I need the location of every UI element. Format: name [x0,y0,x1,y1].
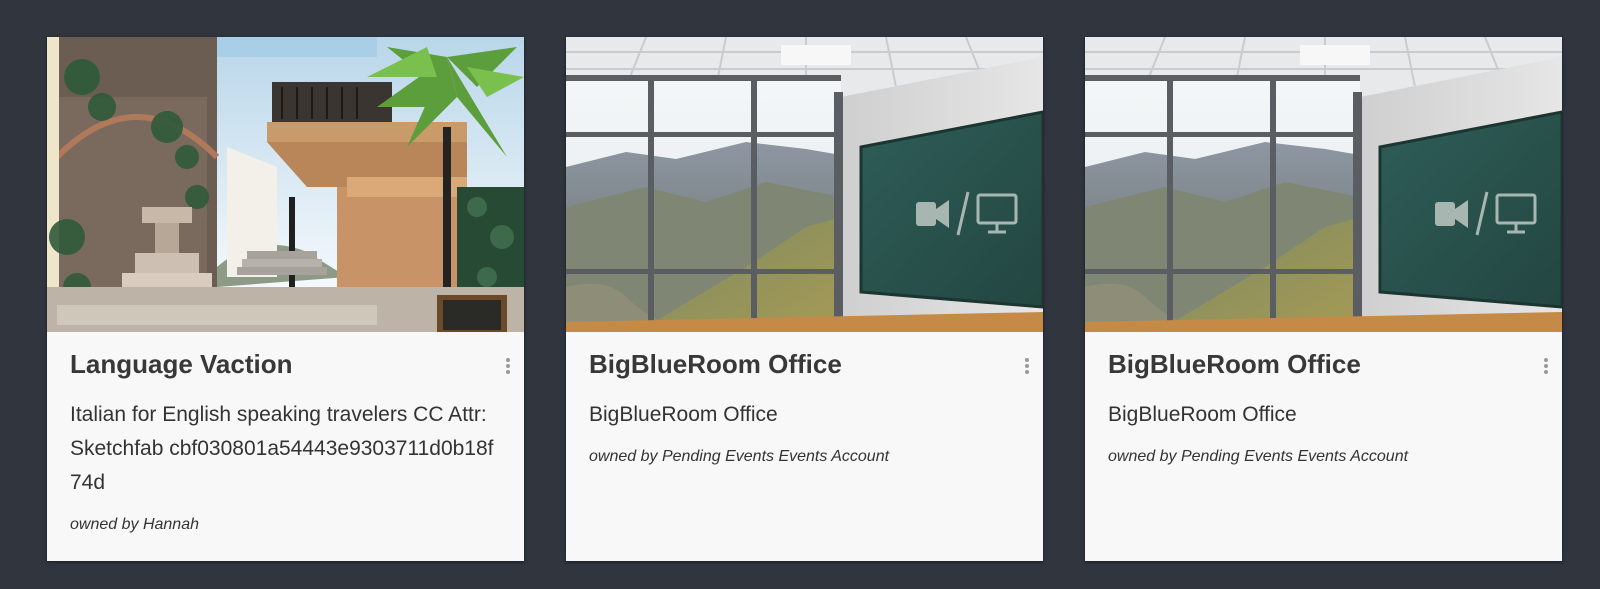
room-card[interactable]: Language Vaction Italian for English spe… [47,37,524,561]
room-owner: owned by Pending Events Events Account [1108,448,1409,465]
room-thumbnail[interactable] [47,37,524,332]
room-card[interactable]: BigBlueRoom Office BigBlueRoom Office ow… [1085,37,1562,561]
room-title: BigBlueRoom Office [589,349,842,379]
more-vertical-icon[interactable] [1023,356,1031,378]
room-description: Italian for English speaking travelers C… [70,403,494,494]
room-owner: owned by Pending Events Events Account [589,448,890,465]
video-camera-icon [916,200,949,228]
room-description: BigBlueRoom Office [589,403,778,426]
room-thumbnail[interactable] [566,37,1043,332]
more-vertical-icon[interactable] [504,356,512,378]
more-vertical-icon[interactable] [1542,356,1550,378]
video-camera-icon [1435,200,1468,228]
room-thumbnail[interactable] [1085,37,1562,332]
room-owner: owned by Hannah [70,516,199,533]
room-description: BigBlueRoom Office [1108,403,1297,426]
room-title: Language Vaction [70,349,293,379]
room-grid: Language Vaction Italian for English spe… [0,0,1600,589]
room-card[interactable]: BigBlueRoom Office BigBlueRoom Office ow… [566,37,1043,561]
room-title: BigBlueRoom Office [1108,349,1361,379]
